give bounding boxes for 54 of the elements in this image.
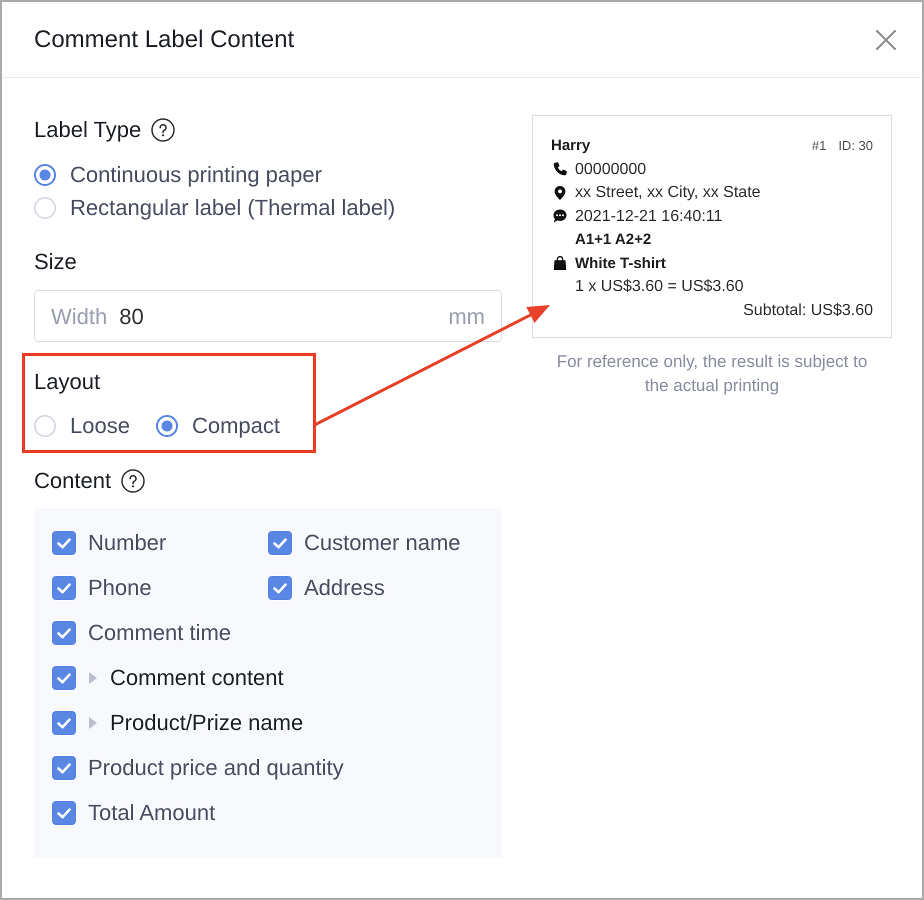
section-label: Label Type xyxy=(34,116,142,144)
option-label: Compact xyxy=(192,412,280,440)
preview-line: xx Street, xx City, xx State xyxy=(575,183,761,203)
unit-label: mm xyxy=(448,302,485,330)
subtotal-text: Subtotal: US$3.60 xyxy=(743,300,873,320)
checkbox-label: Customer name xyxy=(304,529,461,557)
checkbox[interactable] xyxy=(52,710,76,734)
close-button[interactable] xyxy=(876,30,896,50)
phone-icon xyxy=(553,162,567,176)
checkbox[interactable] xyxy=(52,620,76,644)
radio-button[interactable] xyxy=(34,164,56,186)
checkbox-label: Total Amount xyxy=(88,799,216,827)
close-icon xyxy=(876,30,896,50)
checkbox[interactable] xyxy=(268,530,292,554)
checkbox[interactable] xyxy=(52,800,76,824)
preview-line: 2021-12-21 16:40:11 xyxy=(575,206,722,226)
checkbox[interactable] xyxy=(268,576,292,600)
help-icon[interactable] xyxy=(121,469,146,493)
radio-button[interactable] xyxy=(156,414,178,436)
checkbox-label: Phone xyxy=(88,574,152,602)
checkbox[interactable] xyxy=(52,756,76,780)
section-label: Size xyxy=(34,248,77,276)
checkbox[interactable] xyxy=(52,530,76,554)
checkbox-label: Number xyxy=(88,529,166,557)
checkbox[interactable] xyxy=(52,666,76,690)
order-id: ID: 30 xyxy=(838,137,873,155)
checkbox-label: Product price and quantity xyxy=(88,754,344,782)
preview-line: 1 x US$3.60 = US$3.60 xyxy=(575,277,744,297)
checkbox[interactable] xyxy=(52,576,76,600)
checkbox-label: Product/Prize name xyxy=(110,709,304,737)
checkbox-label: Address xyxy=(304,574,385,602)
option-label: Continuous printing paper xyxy=(70,161,322,189)
help-icon[interactable] xyxy=(151,118,176,142)
section-label: Content xyxy=(34,467,112,495)
preview-line: 00000000 xyxy=(575,160,646,180)
option-label: Loose xyxy=(70,412,130,440)
location-pin-icon xyxy=(553,186,567,200)
preview-note: For reference only, the result is subject to the actual printing xyxy=(556,351,868,397)
caret-icon[interactable] xyxy=(89,716,97,728)
customer-name: Harry xyxy=(551,136,590,156)
section-label: Layout xyxy=(34,368,100,396)
field-prefix: Width xyxy=(51,302,108,330)
caret-icon[interactable] xyxy=(89,672,97,684)
checkbox-label: Comment content xyxy=(110,664,284,692)
chat-bubble-icon xyxy=(553,209,567,224)
shopping-bag-icon xyxy=(553,256,567,270)
preview-line: A1+1 A2+2 xyxy=(575,230,652,250)
option-label: Rectangular label (Thermal label) xyxy=(70,194,396,222)
dialog-title: Comment Label Content xyxy=(34,24,294,54)
checkbox-label: Comment time xyxy=(88,619,232,647)
field-value: 80 xyxy=(119,302,144,330)
order-number: #1 xyxy=(812,137,826,155)
preview-line: White T-shirt xyxy=(575,254,666,274)
width-field[interactable]: Width 80 mm xyxy=(34,290,502,342)
